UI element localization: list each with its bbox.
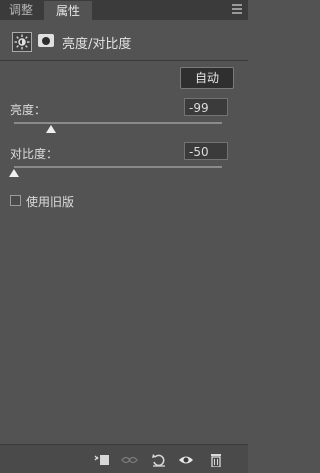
brightness-label: 亮度： [10,103,47,117]
header-divider [0,60,248,61]
clip-to-layer-icon[interactable] [94,453,110,467]
trash-icon[interactable] [208,453,224,468]
tab-properties[interactable]: 属性 [44,1,92,21]
properties-header: 亮度/对比度 [0,22,248,58]
contrast-value-field[interactable]: -50 [184,142,228,160]
brightness-value-field[interactable]: -99 [184,98,228,116]
contrast-label: 对比度： [10,147,59,161]
hamburger-icon[interactable] [232,4,242,14]
use-legacy-checkbox[interactable] [10,195,21,206]
reset-icon[interactable] [151,453,167,467]
eye-icon[interactable] [178,453,194,467]
layer-mask-icon[interactable] [38,34,54,47]
tab-bar: 调整 属性 [0,0,248,21]
brightness-slider-thumb[interactable] [46,125,57,133]
contrast-slider-thumb[interactable] [9,169,19,177]
view-previous-state-icon[interactable] [121,453,138,467]
brightness-sun-icon [12,32,32,52]
use-legacy-label: 使用旧版 [26,195,75,209]
panel-title: 亮度/对比度 [62,37,132,52]
contrast-slider-track[interactable] [14,166,222,168]
auto-button[interactable]: 自动 [180,67,234,89]
brightness-slider-track[interactable] [14,122,222,124]
bottom-toolbar [0,444,248,473]
tab-adjustments[interactable]: 调整 [0,0,42,20]
